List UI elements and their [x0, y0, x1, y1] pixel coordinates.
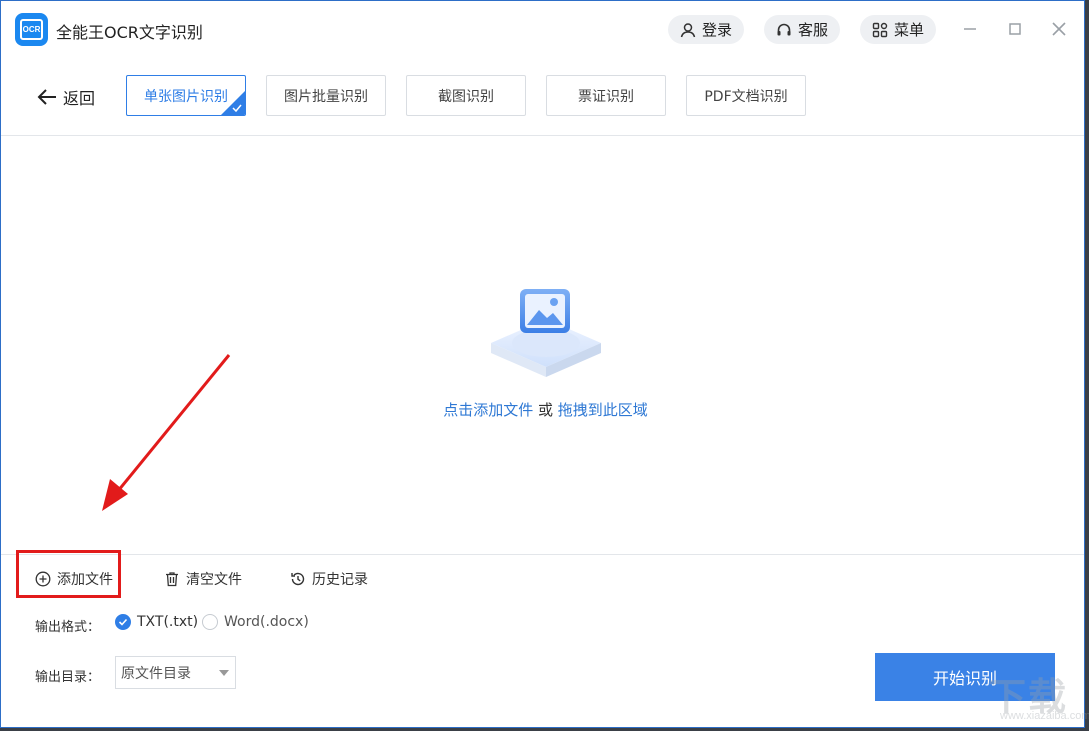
drop-or-text: 或	[533, 401, 558, 419]
click-add-file-link[interactable]: 点击添加文件	[443, 401, 533, 419]
app-window: OCR 全能王OCR文字识别 登录 客服 菜单 返回 单张图片识别 图片批量识别…	[0, 0, 1089, 728]
close-icon	[1052, 22, 1066, 36]
output-format-label: 输出格式：	[35, 620, 101, 635]
tab-label: 图片批量识别	[284, 88, 368, 105]
annotation-arrow-icon	[102, 354, 231, 511]
customer-service-button[interactable]: 客服	[764, 15, 840, 44]
toolbar-divider	[1, 135, 1084, 136]
site-watermark: 下载 www.xiazaiba.com	[986, 666, 1089, 728]
radio-unchecked-icon	[202, 614, 218, 630]
minimize-icon	[964, 28, 976, 30]
add-file-button[interactable]: 添加文件	[35, 569, 113, 589]
output-dir-label: 输出目录：	[35, 670, 101, 685]
login-label: 登录	[702, 21, 733, 39]
tab-screenshot[interactable]: 截图识别	[406, 75, 526, 116]
tab-batch-images[interactable]: 图片批量识别	[266, 75, 386, 116]
check-icon	[232, 104, 242, 113]
output-dir-value: 原文件目录	[121, 665, 191, 682]
tab-label: PDF文档识别	[704, 88, 788, 105]
tab-label: 截图识别	[438, 88, 494, 105]
maximize-button[interactable]	[1003, 17, 1027, 41]
plus-circle-icon	[35, 571, 51, 587]
app-title: 全能王OCR文字识别	[56, 23, 203, 42]
service-label: 客服	[798, 21, 829, 39]
menu-button[interactable]: 菜单	[860, 15, 936, 44]
format-txt-radio[interactable]: TXT(.txt)	[115, 614, 198, 630]
history-button[interactable]: 历史记录	[290, 569, 368, 589]
trash-icon	[166, 572, 178, 587]
tab-single-image[interactable]: 单张图片识别	[126, 75, 246, 116]
clear-files-label: 清空文件	[186, 572, 242, 588]
app-logo-icon: OCR	[15, 13, 48, 46]
maximize-icon	[1009, 23, 1021, 35]
tab-label: 单张图片识别	[144, 88, 228, 105]
headset-icon	[777, 23, 791, 35]
add-file-label: 添加文件	[57, 572, 113, 588]
grid-menu-icon	[872, 22, 888, 37]
close-button[interactable]	[1047, 17, 1071, 41]
history-label: 历史记录	[312, 572, 368, 588]
clear-files-button[interactable]: 清空文件	[164, 569, 242, 589]
tab-label: 票证识别	[578, 88, 634, 105]
login-button[interactable]: 登录	[668, 15, 744, 44]
app-logo-text: OCR	[20, 19, 43, 40]
format-txt-label: TXT(.txt)	[137, 614, 199, 630]
radio-checked-icon	[115, 614, 131, 630]
tab-pdf[interactable]: PDF文档识别	[686, 75, 806, 116]
history-icon	[291, 572, 305, 586]
minimize-button[interactable]	[958, 17, 982, 41]
tab-receipt[interactable]: 票证识别	[546, 75, 666, 116]
arrow-left-icon	[37, 89, 56, 105]
watermark-url: www.xiazaiba.com	[1000, 710, 1089, 722]
menu-label: 菜单	[894, 21, 925, 39]
drag-here-link[interactable]: 拖拽到此区域	[558, 401, 648, 419]
back-button[interactable]: 返回	[37, 85, 95, 109]
back-label: 返回	[63, 89, 96, 108]
output-dir-select[interactable]: 原文件目录	[115, 656, 236, 689]
title-bar: OCR 全能王OCR文字识别 登录 客服 菜单	[1, 1, 1084, 57]
actions-divider	[1, 554, 1084, 555]
format-word-label: Word(.docx)	[224, 614, 309, 630]
format-word-radio[interactable]: Word(.docx)	[202, 614, 309, 630]
image-upload-icon[interactable]	[487, 285, 605, 381]
user-icon	[680, 22, 696, 37]
chevron-down-icon	[219, 670, 229, 676]
